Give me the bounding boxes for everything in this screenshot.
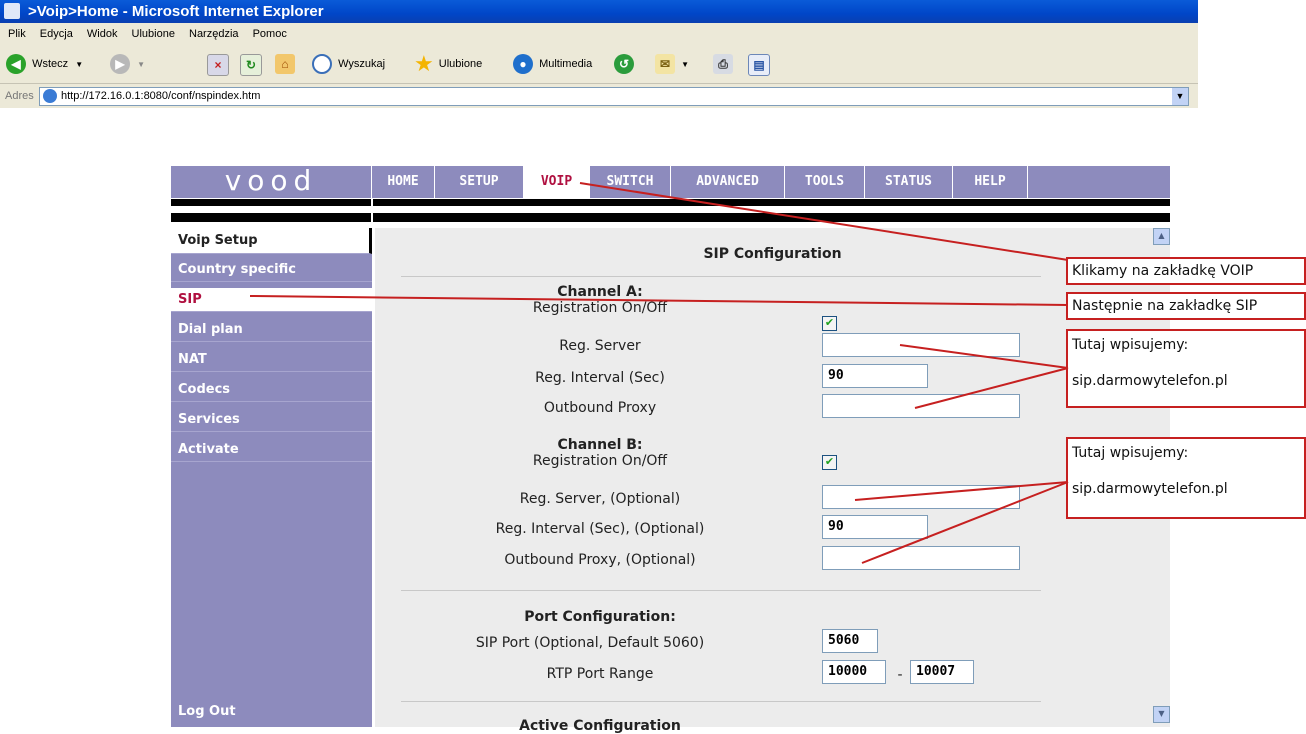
pointer-line-sip xyxy=(249,295,1069,306)
annotation-lines xyxy=(249,182,1069,564)
pointer-line-voip xyxy=(579,182,1069,261)
pointer-line-a-server xyxy=(899,344,1069,369)
pointer-line-a-proxy xyxy=(914,367,1069,409)
pointer-line-b-server xyxy=(854,481,1069,501)
pointer-line-b-proxy xyxy=(861,481,1069,564)
